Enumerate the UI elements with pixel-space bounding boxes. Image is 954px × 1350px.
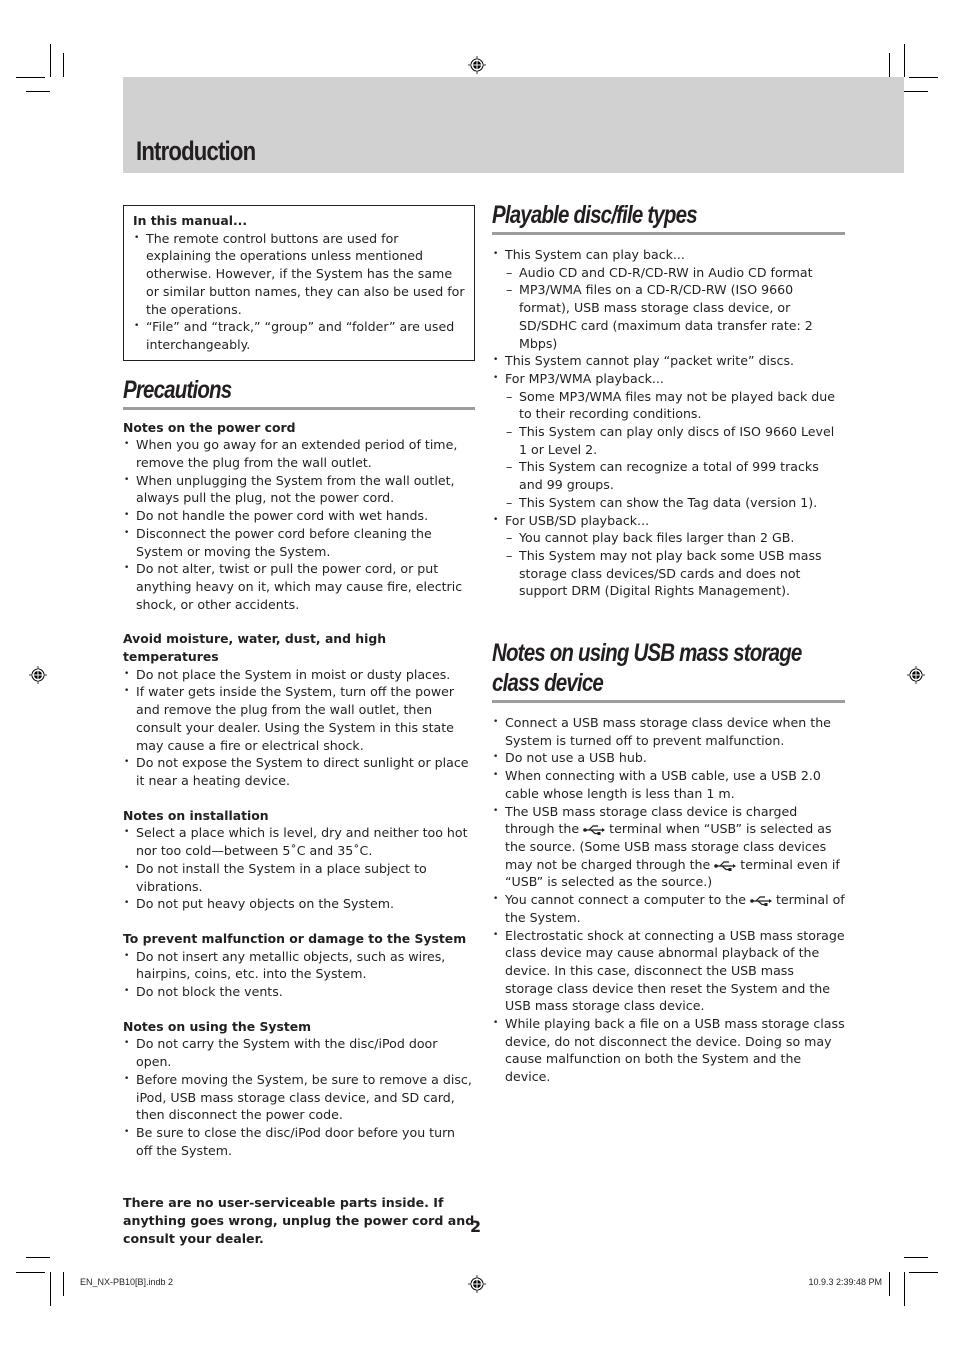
section-title-precautions: Precautions [123, 375, 232, 404]
list-item: Disconnect the power cord before cleanin… [123, 525, 475, 560]
crop-mark [16, 77, 45, 78]
list-item: Do not block the vents. [123, 983, 475, 1001]
list-item: Do not expose the System to direct sunli… [123, 754, 475, 789]
crop-mark [889, 1272, 890, 1296]
crop-mark [909, 77, 938, 78]
sub-list-item: This System can recognize a total of 999… [505, 458, 845, 493]
playable-list: This System can play back... Audio CD an… [492, 246, 845, 600]
list-item: Do not handle the power cord with wet ha… [123, 507, 475, 525]
list-item: Do not install the System in a place sub… [123, 860, 475, 895]
header-band: Introduction [123, 77, 904, 173]
crop-mark [904, 1257, 928, 1258]
usb-icon [583, 825, 606, 836]
list-item: If water gets inside the System, turn of… [123, 683, 475, 754]
sub-list-item: Audio CD and CD-R/CD-RW in Audio CD form… [505, 264, 845, 282]
list-item-text: This System can play back... [505, 247, 685, 262]
sub-list-item: This System can show the Tag data (versi… [505, 494, 845, 512]
crop-mark [63, 1272, 64, 1296]
page-title: Introduction [136, 136, 256, 166]
subsection-title: Avoid moisture, water, dust, and high te… [123, 631, 387, 665]
list-item: The USB mass storage class device is cha… [492, 803, 845, 892]
list-item-text: While playing back a file on a USB mass … [505, 1016, 845, 1085]
crop-mark [909, 1272, 938, 1273]
list-item: Do not carry the System with the disc/iP… [123, 1035, 475, 1070]
sub-list-item: This System may not play back some USB m… [505, 547, 845, 600]
list-item-text: Connect a USB mass storage class device … [505, 715, 831, 748]
sub-list: Some MP3/WMA files may not be played bac… [505, 388, 845, 512]
list-item: Do not use a USB hub. [492, 749, 845, 767]
usb-icon [750, 896, 772, 907]
usb-icon [714, 861, 737, 871]
list-item: Before moving the System, be sure to rem… [123, 1071, 475, 1124]
crop-mark [63, 53, 64, 77]
list-item: For USB/SD playback... You cannot play b… [492, 512, 845, 601]
list-item: When unplugging the System from the wall… [123, 472, 475, 507]
crop-mark [26, 1257, 50, 1258]
subsection-title: Notes on using the System [123, 1018, 312, 1034]
sub-list-item: Some MP3/WMA files may not be played bac… [505, 388, 845, 423]
installation-list: Select a place which is level, dry and n… [123, 824, 475, 913]
list-item-text: Electrostatic shock at connecting a USB … [505, 927, 845, 1014]
list-item: Do not alter, twist or pull the power co… [123, 560, 475, 613]
crop-mark [904, 91, 928, 92]
crop-mark [16, 1272, 45, 1273]
list-item-text: You cannot connect a computer to the [505, 892, 750, 908]
list-item: Be sure to close the disc/iPod door befo… [123, 1124, 475, 1159]
registration-mark-icon [907, 666, 925, 684]
using-system-list: Do not carry the System with the disc/iP… [123, 1035, 475, 1159]
list-item: Select a place which is level, dry and n… [123, 824, 475, 859]
sub-list: You cannot play back files larger than 2… [505, 529, 845, 600]
list-item: For MP3/WMA playback... Some MP3/WMA fil… [492, 370, 845, 512]
sub-list-item: MP3/WMA files on a CD-R/CD-RW (ISO 9660 … [505, 281, 845, 352]
list-item: Do not insert any metallic objects, such… [123, 948, 475, 983]
list-item: Do not place the System in moist or dust… [123, 666, 475, 684]
crop-mark [904, 1272, 905, 1306]
registration-mark-icon [29, 666, 47, 684]
crop-mark [26, 91, 50, 92]
sub-list: Audio CD and CD-R/CD-RW in Audio CD form… [505, 264, 845, 353]
crop-mark [50, 44, 51, 77]
subsection-title: To prevent malfunction or damage to the … [123, 930, 467, 946]
list-item: “File” and “track,” “group” and “folder”… [133, 318, 465, 353]
crop-mark [904, 44, 905, 77]
list-item: While playing back a file on a USB mass … [492, 1015, 845, 1086]
usb-notes-list: Connect a USB mass storage class device … [492, 714, 845, 1086]
list-item-text: When connecting with a USB cable, use a … [505, 768, 821, 801]
list-item-text: For MP3/WMA playback... [505, 370, 664, 386]
list-item-text: Do not use a USB hub. [505, 750, 647, 766]
list-item: Electrostatic shock at connecting a USB … [492, 927, 845, 1016]
list-item-text: For USB/SD playback... [505, 512, 650, 528]
list-item: This System can play back... Audio CD an… [492, 246, 845, 352]
power-cord-list: When you go away for an extended period … [123, 436, 475, 613]
section-title-playable: Playable disc/file types [492, 201, 698, 229]
manual-list: The remote control buttons are used for … [133, 230, 465, 354]
list-item: This System cannot play “packet write” d… [492, 352, 845, 370]
right-column: Playable disc/file types This System can… [492, 200, 845, 1086]
crop-mark [50, 1272, 51, 1306]
list-item: Connect a USB mass storage class device … [492, 714, 845, 749]
box-title: In this manual... [133, 213, 248, 228]
subsection-title: Notes on installation [123, 807, 269, 823]
sub-list-item: You cannot play back files larger than 2… [505, 529, 845, 547]
print-slug-timestamp: 10.9.3 2:39:48 PM [808, 1277, 882, 1287]
list-item-text: This System cannot play “packet write” d… [505, 353, 795, 369]
moisture-list: Do not place the System in moist or dust… [123, 666, 475, 790]
list-item: You cannot connect a computer to the ter… [492, 891, 845, 926]
list-item: The remote control buttons are used for … [133, 230, 465, 319]
list-item: Do not put heavy objects on the System. [123, 895, 475, 913]
list-item: When you go away for an extended period … [123, 436, 475, 471]
in-this-manual-box: In this manual... The remote control but… [123, 205, 475, 361]
section-title-usb-notes: Notes on using USB mass storage class de… [492, 639, 802, 698]
sub-list-item: This System can play only discs of ISO 9… [505, 423, 845, 458]
print-slug-filename: EN_NX-PB10[B].indb 2 [80, 1277, 174, 1287]
registration-mark-icon [468, 1275, 486, 1293]
crop-mark [889, 53, 890, 77]
service-warning: There are no user-serviceable parts insi… [123, 1195, 475, 1246]
page-number: 2 [470, 1217, 482, 1236]
registration-mark-icon [468, 56, 486, 74]
malfunction-list: Do not insert any metallic objects, such… [123, 948, 475, 1001]
left-column: In this manual... The remote control but… [123, 205, 475, 1247]
subsection-title: Notes on the power cord [123, 419, 296, 435]
list-item: When connecting with a USB cable, use a … [492, 767, 845, 802]
